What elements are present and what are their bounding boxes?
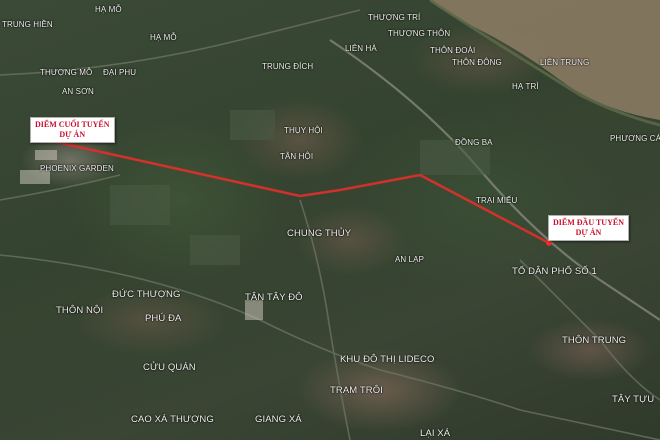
place-label-trai-mieu: TRẠI MIẾU (476, 196, 518, 205)
place-label-thon-doai: THÔN ĐOÀI (430, 46, 476, 55)
place-label-cuu-quan: CỬU QUÁN (143, 362, 196, 373)
place-label-ha-mo: HẠ MỖ (150, 33, 177, 42)
route-start-callout: DIỂM ĐẦU TUYẾN DỰ ÁN (548, 215, 629, 241)
place-label-phoenix-garden: PHOENIX GARDEN (40, 164, 114, 173)
place-label-ha-tri: HẠ TRÌ (512, 82, 539, 91)
place-label-trung-hien: TRUNG HIỀN (2, 20, 53, 29)
route-start-callout-line2: DỰ ÁN (575, 228, 602, 237)
place-label-chung-thuy: CHUNG THỦY (287, 228, 352, 239)
place-label-lien-ha: LIÊN HÀ (345, 44, 377, 53)
place-label-dai-phu: ĐẠI PHU (103, 68, 137, 77)
place-label-thon-trung: THÔN TRUNG (562, 335, 627, 346)
place-label-to-dan-pho-so-1: TỔ DÂN PHỐ SỐ 1 (512, 266, 597, 277)
place-label-thon-noi: THÔN NỘI (56, 305, 104, 316)
place-label-duc-thuong: ĐỨC THƯỢNG (112, 289, 181, 300)
place-label-phu-da: PHÚ ĐA (145, 313, 182, 324)
place-label-lien-trung: LIÊN TRUNG (540, 58, 590, 67)
route-start-callout-line1: DIỂM ĐẦU TUYẾN (553, 218, 624, 227)
place-label-thuong-tri: THƯỢNG TRÍ (368, 13, 421, 22)
place-label-khu-do-thi-lideco: KHU ĐÔ THỊ LIDECO (340, 354, 435, 365)
place-label-tay-tuu: TÂY TỰU (612, 394, 655, 405)
place-label-lai-xa: LẠI XÁ (420, 428, 451, 439)
place-label-an-son: AN SƠN (62, 87, 94, 96)
route-start-marker (546, 240, 552, 246)
place-label-thuong-thon: THƯỢNG THÔN (388, 29, 451, 38)
place-label-giang-xa: GIANG XÁ (255, 414, 302, 425)
place-label-thuong-mo: THƯỢNG MỖ (40, 68, 93, 77)
place-label-thon-dong: THÔN ĐÔNG (452, 58, 502, 67)
place-label-tan-hoi: TÂN HỘI (280, 152, 314, 161)
place-label-cao-xa-thuong: CAO XÁ THƯỢNG (131, 414, 214, 425)
place-label-an-lap: AN LẠP (395, 255, 425, 264)
place-label-dong-ba: ĐỒNG BA (455, 138, 493, 147)
place-label-ha-mo-top: HẠ MỖ (95, 5, 122, 14)
route-end-callout-line1: DIỂM CUỐI TUYẾN (35, 120, 110, 129)
place-label-thuy-hoi: THỤY HỘI (284, 126, 323, 135)
place-label-tan-tay-do: TÂN TÂY ĐÔ (245, 292, 303, 303)
place-label-phuong-cac: PHƯƠNG CÁC (610, 134, 660, 143)
satellite-map[interactable]: DIỂM CUỐI TUYẾN DỰ ÁN DIỂM ĐẦU TUYẾN DỰ … (0, 0, 660, 440)
route-end-callout-line2: DỰ ÁN (59, 130, 86, 139)
place-label-trung-dich: TRUNG ĐÍCH (262, 62, 314, 71)
route-end-callout: DIỂM CUỐI TUYẾN DỰ ÁN (30, 117, 115, 143)
place-label-tram-troi: TRẠM TRÔI (330, 385, 383, 396)
